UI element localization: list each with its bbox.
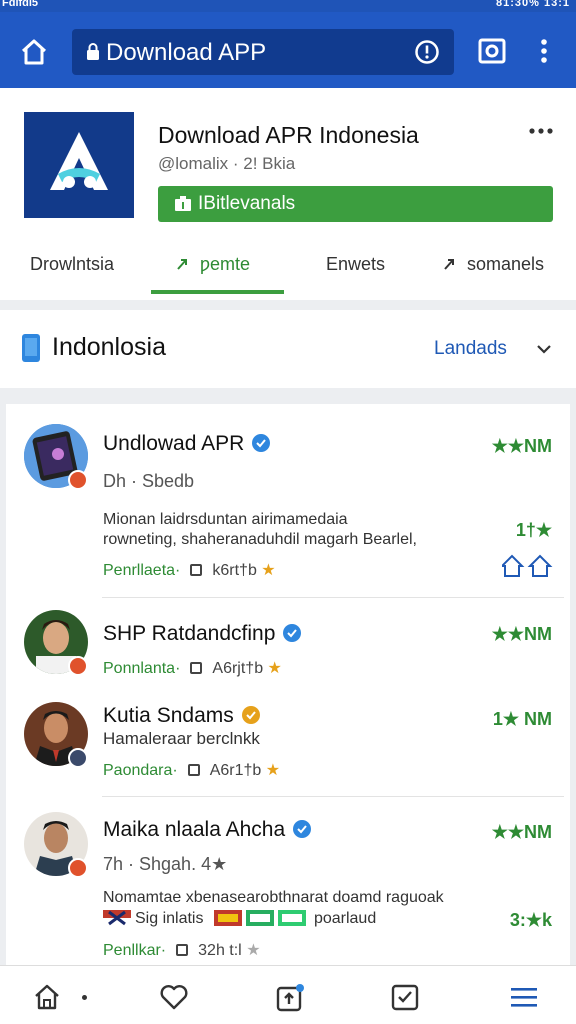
app-name: Download APR Indonesia [158,122,419,148]
verified-icon [252,434,271,452]
item-rating: 1★ NM [492,709,552,729]
url-bar[interactable]: Download APP [72,29,454,75]
item-title: Maika nlaala Ahcha [103,818,312,842]
item-footer-label: Penllkar· [103,942,167,959]
status-right-text: 81:30% 13:1 [496,0,570,9]
flag-icons [213,910,306,926]
check-icon[interactable] [390,982,420,1012]
item-footer-value: A6rjt†b [212,660,264,677]
info-icon[interactable] [414,39,440,65]
app-logo [24,112,134,218]
item-meta: 7h · Shgah. 4★ [103,854,228,874]
install-button[interactable]: IBitlevanals [158,186,553,222]
item-footer: Ponnlanta· A6rjt†b ★ [103,658,282,678]
result-list: Undlowad APR ★★NM Dh · Sbedb Mionan laid… [6,404,570,984]
item-rating: ★★NM [491,436,552,456]
item-score: 3:★k [509,910,552,930]
section-header: Indonlosia Landads [0,310,576,388]
section-title: Indonlosia [52,333,166,361]
install-icon [175,196,191,211]
verified-icon [241,706,260,724]
more-horiz-icon[interactable] [528,126,554,136]
item-title-text: Undlowad APR [103,432,245,455]
tab-events[interactable]: Enwets [326,254,385,275]
status-badge-icon [68,748,88,768]
item-rating: ★★NM [491,624,552,644]
tab-items-label: ƿemte [200,254,251,274]
status-left-text: Fdlfdl5 [2,0,39,9]
item-score: 1†★ [515,520,552,540]
item-footer-label: Paondara· [103,762,178,779]
trend-arrow-icon [177,259,187,270]
divider [102,597,564,598]
more-vert-icon[interactable] [532,36,556,66]
app-subtitle: @lomalix · 2! Bkia [158,154,296,173]
star-icon: ★ [267,660,282,677]
tab-items[interactable]: ƿemte [176,254,250,275]
trend-arrow-icon [444,259,454,270]
lock-icon [87,43,99,60]
star-icon: ★ [246,942,261,959]
item-footer: Penrllaeta· k6rt†b ★ [103,560,276,580]
item-title: Kutia Sndams [103,704,260,728]
item-description-line2: rowneting, shaheranaduhdil magarh Bearle… [103,531,417,548]
box-icon [176,944,189,956]
box-icon [190,662,203,674]
item-description-line1: Mionan laidrsduntan airimamedaia [103,511,348,528]
item-title: Undlowad APR [103,432,271,456]
item-footer: Penllkar· 32h t:l ★ [103,940,261,960]
item-footer-value: A6r1†b [209,762,262,779]
heart-icon[interactable] [159,982,189,1012]
tab-others-label: somanels [467,254,545,274]
item-rating: ★★NM [491,822,552,842]
play-badge-icon [68,470,88,490]
divider [102,796,564,797]
item-footer-label: Ponnlanta· [103,660,181,677]
item-meta: Hamaleraar berclnkk [103,729,260,748]
item-footer-value: k6rt†b [212,562,257,579]
item-description-line1: Nomamtae xbenasearobthnarat doamd raguoa… [103,889,444,906]
url-text: Download APP [106,39,267,66]
box-icon [190,564,203,576]
flag-icon [103,910,131,926]
app-header: Download APR Indonesia @lomalix · 2! Bki… [0,88,576,300]
box-icon [187,764,200,776]
item-footer-label: Penrllaeta· [103,562,181,579]
item-footer: Paondara· A6r1†b ★ [103,760,280,780]
item-description-line2: Sig inlatis poarlaud [103,909,376,929]
verified-icon [293,820,312,838]
item-meta: Dh · Sbedb [103,471,195,491]
home-icon[interactable] [16,34,52,70]
install-label: IBitlevanals [198,193,296,214]
item-title: SHP Ratdandcfinp [103,622,302,646]
star-icon: ★ [265,762,281,779]
item-title-text: Kutia Sndams [103,704,234,727]
share-icon[interactable] [502,554,554,578]
play-badge-icon [68,656,88,676]
chevron-down-icon[interactable] [535,340,553,358]
tab-others[interactable]: somanels [443,254,544,275]
dot-indicator [82,995,87,1000]
item-description-line2-suffix: poarlaud [313,910,377,927]
item-title-text: SHP Ratdandcfinp [103,622,276,645]
item-footer-value: 32h t:l [198,942,242,959]
upload-icon[interactable] [275,982,305,1012]
item-description-line2-text: Sig inlatis [135,910,204,927]
play-badge-icon [68,858,88,878]
home-icon[interactable] [32,982,62,1012]
item-title-text: Maika nlaala Ahcha [103,818,286,841]
status-bar: Fdlfdl5 81:30% 13:1 [0,0,576,12]
browser-toolbar: Download APP [0,12,576,88]
sort-dropdown[interactable]: Landads [434,338,507,360]
star-icon: ★ [261,562,276,579]
phone-icon [22,334,40,362]
tab-download[interactable]: Drowlntsia [30,254,114,275]
bottom-navigation [0,965,576,1024]
screenshot-icon[interactable] [477,36,507,66]
verified-icon [283,624,302,642]
menu-icon[interactable] [509,982,539,1012]
active-tab-indicator [151,290,284,294]
